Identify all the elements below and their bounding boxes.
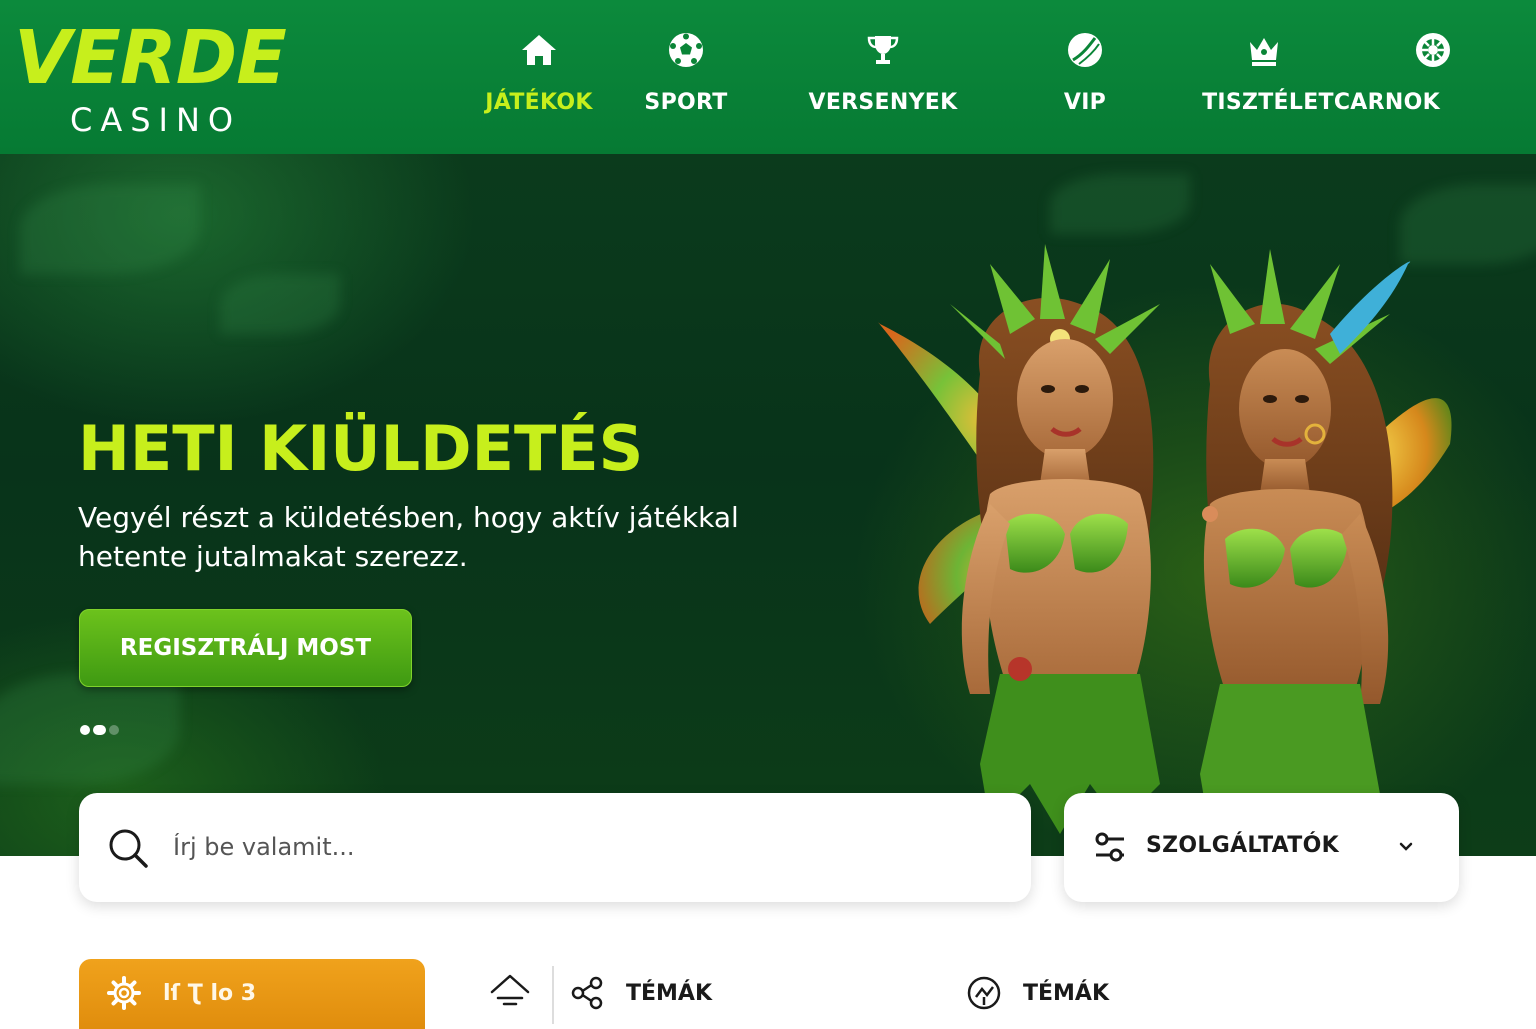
logo-subtitle: CASINO	[70, 101, 242, 139]
carousel-dot-3[interactable]	[109, 725, 119, 735]
providers-dropdown[interactable]: SZOLGÁLTATÓK	[1064, 793, 1459, 902]
trophy-icon	[867, 36, 899, 64]
category-button[interactable]: lſ Ʈ lo 3	[79, 959, 425, 1029]
hero-banner: HETI KIÜLDETÉS Vegyél részt a küldetésbe…	[0, 154, 1536, 856]
carousel-dots	[80, 725, 122, 735]
soccer-ball-icon	[669, 33, 703, 67]
filter-themes-2[interactable]: TÉMÁK	[1023, 981, 1109, 1006]
category-button-label: lſ Ʈ lo 3	[163, 981, 257, 1006]
register-now-button[interactable]: REGISZTRÁLJ MOST	[79, 609, 412, 687]
gear-icon	[107, 976, 141, 1010]
nav-label: SPORT	[644, 90, 728, 115]
site-header: VERDE CASINO JÁTÉKOK SPORT VERSENYEK VIP…	[0, 0, 1536, 154]
nav-item-sport[interactable]: SPORT	[640, 30, 732, 126]
decor-leaf	[20, 184, 200, 274]
logo-wordmark: VERDE	[14, 15, 287, 101]
search-input[interactable]	[173, 819, 993, 875]
sliders-icon	[1095, 832, 1124, 862]
filter-themes-1[interactable]: TÉMÁK	[626, 981, 712, 1006]
nav-item-tisztelet[interactable]: TISZTÉLETCARNOK	[1194, 30, 1448, 126]
nav-item-vip[interactable]: VIP	[1058, 30, 1112, 126]
chevron-down-icon	[1399, 842, 1413, 851]
hero-title: HETI KIÜLDETÉS	[78, 412, 644, 485]
logo[interactable]: VERDE CASINO	[14, 14, 304, 139]
nav-label: VIP	[1063, 90, 1107, 115]
nav-label: VERSENYEK	[808, 90, 958, 115]
share-icon	[571, 976, 603, 1010]
tennis-ball-icon	[1068, 33, 1102, 67]
nav-item-versenyek[interactable]: VERSENYEK	[808, 30, 958, 126]
nav-label: TISZTÉLETCARNOK	[1202, 90, 1440, 115]
search-icon[interactable]	[107, 827, 149, 869]
search-bar	[79, 793, 1031, 902]
sort-icon[interactable]	[488, 972, 532, 1012]
nav-item-casino-wheel[interactable]	[1412, 30, 1454, 126]
home-icon	[522, 35, 556, 65]
carousel-dot-1[interactable]	[80, 725, 90, 735]
decor-leaf	[220, 274, 340, 334]
nav-item-jatekok[interactable]: JÁTÉKOK	[480, 30, 598, 126]
chart-icon	[967, 976, 1001, 1010]
providers-label: SZOLGÁLTATÓK	[1146, 833, 1339, 858]
filter-divider	[552, 966, 554, 1024]
roulette-wheel-icon	[1416, 33, 1450, 67]
fairies-illustration	[878, 244, 1452, 844]
crown-icon	[1250, 38, 1278, 66]
carousel-dot-2[interactable]	[93, 725, 106, 735]
nav-label: JÁTÉKOK	[485, 90, 593, 115]
hero-description: Vegyél részt a küldetésben, hogy aktív j…	[78, 501, 739, 573]
